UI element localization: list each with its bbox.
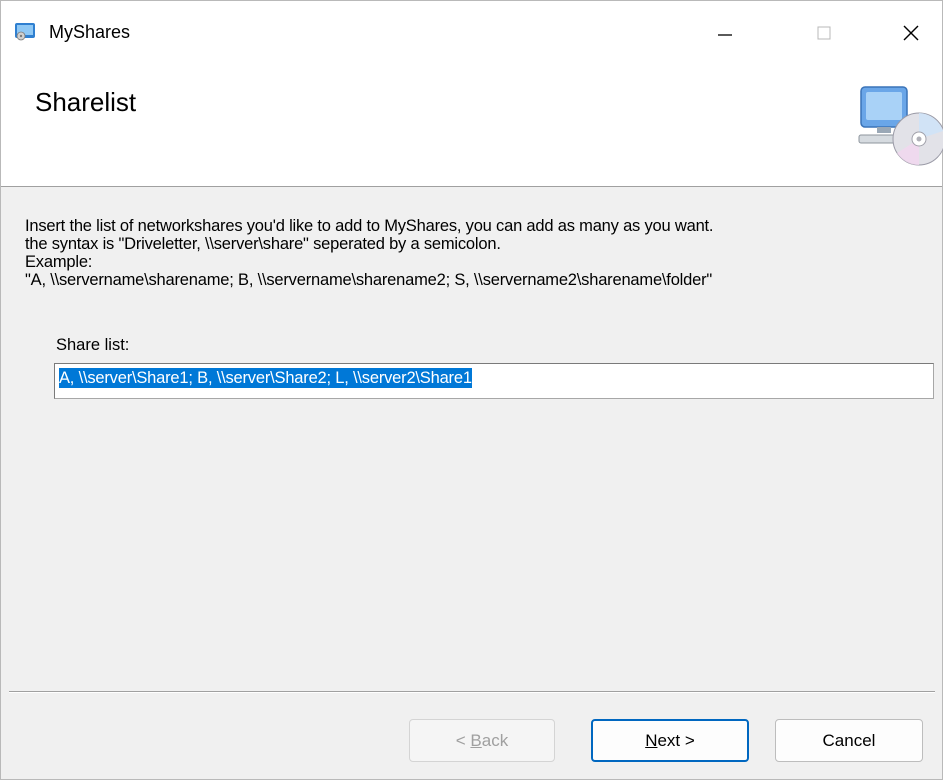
header-banner: Sharelist xyxy=(1,65,943,187)
back-button-accelerator: B xyxy=(470,730,482,750)
next-button[interactable]: Next > xyxy=(591,719,749,762)
minimize-button[interactable] xyxy=(695,1,755,65)
share-list-input[interactable]: A, \\server\Share1; B, \\server\Share2; … xyxy=(54,363,934,399)
share-list-label: Share list: xyxy=(56,336,130,354)
page-title: Sharelist xyxy=(35,87,137,117)
back-button: < Back xyxy=(409,719,555,762)
cancel-button-label: Cancel xyxy=(822,730,876,750)
instruction-line-1: Insert the list of networkshares you'd l… xyxy=(25,217,714,235)
footer-divider xyxy=(9,691,935,693)
next-button-accelerator: N xyxy=(645,730,658,750)
installer-window: MyShares Sharelist Insert the list of ne… xyxy=(0,0,943,780)
instruction-line-4: "A, \\servername\sharename; B, \\servern… xyxy=(25,271,713,289)
back-button-label: ack xyxy=(481,730,509,750)
close-button[interactable] xyxy=(881,1,941,65)
instructions-text: Insert the list of networkshares you'd l… xyxy=(25,217,935,289)
instruction-line-3: Example: xyxy=(25,253,93,271)
cancel-button[interactable]: Cancel xyxy=(775,719,923,762)
maximize-icon xyxy=(817,26,831,40)
close-icon xyxy=(903,25,919,41)
back-button-prefix: < xyxy=(455,730,471,750)
instruction-line-2: the syntax is "Driveletter, \\server\sha… xyxy=(25,235,501,253)
title-bar[interactable]: MyShares xyxy=(1,1,942,65)
share-list-value: A, \\server\Share1; B, \\server\Share2; … xyxy=(59,368,472,388)
app-icon xyxy=(15,23,35,41)
computer-cd-icon xyxy=(858,86,943,166)
window-title: MyShares xyxy=(49,22,131,42)
next-button-label: ext > xyxy=(657,730,695,750)
maximize-button xyxy=(794,1,854,65)
minimize-icon xyxy=(718,34,732,36)
